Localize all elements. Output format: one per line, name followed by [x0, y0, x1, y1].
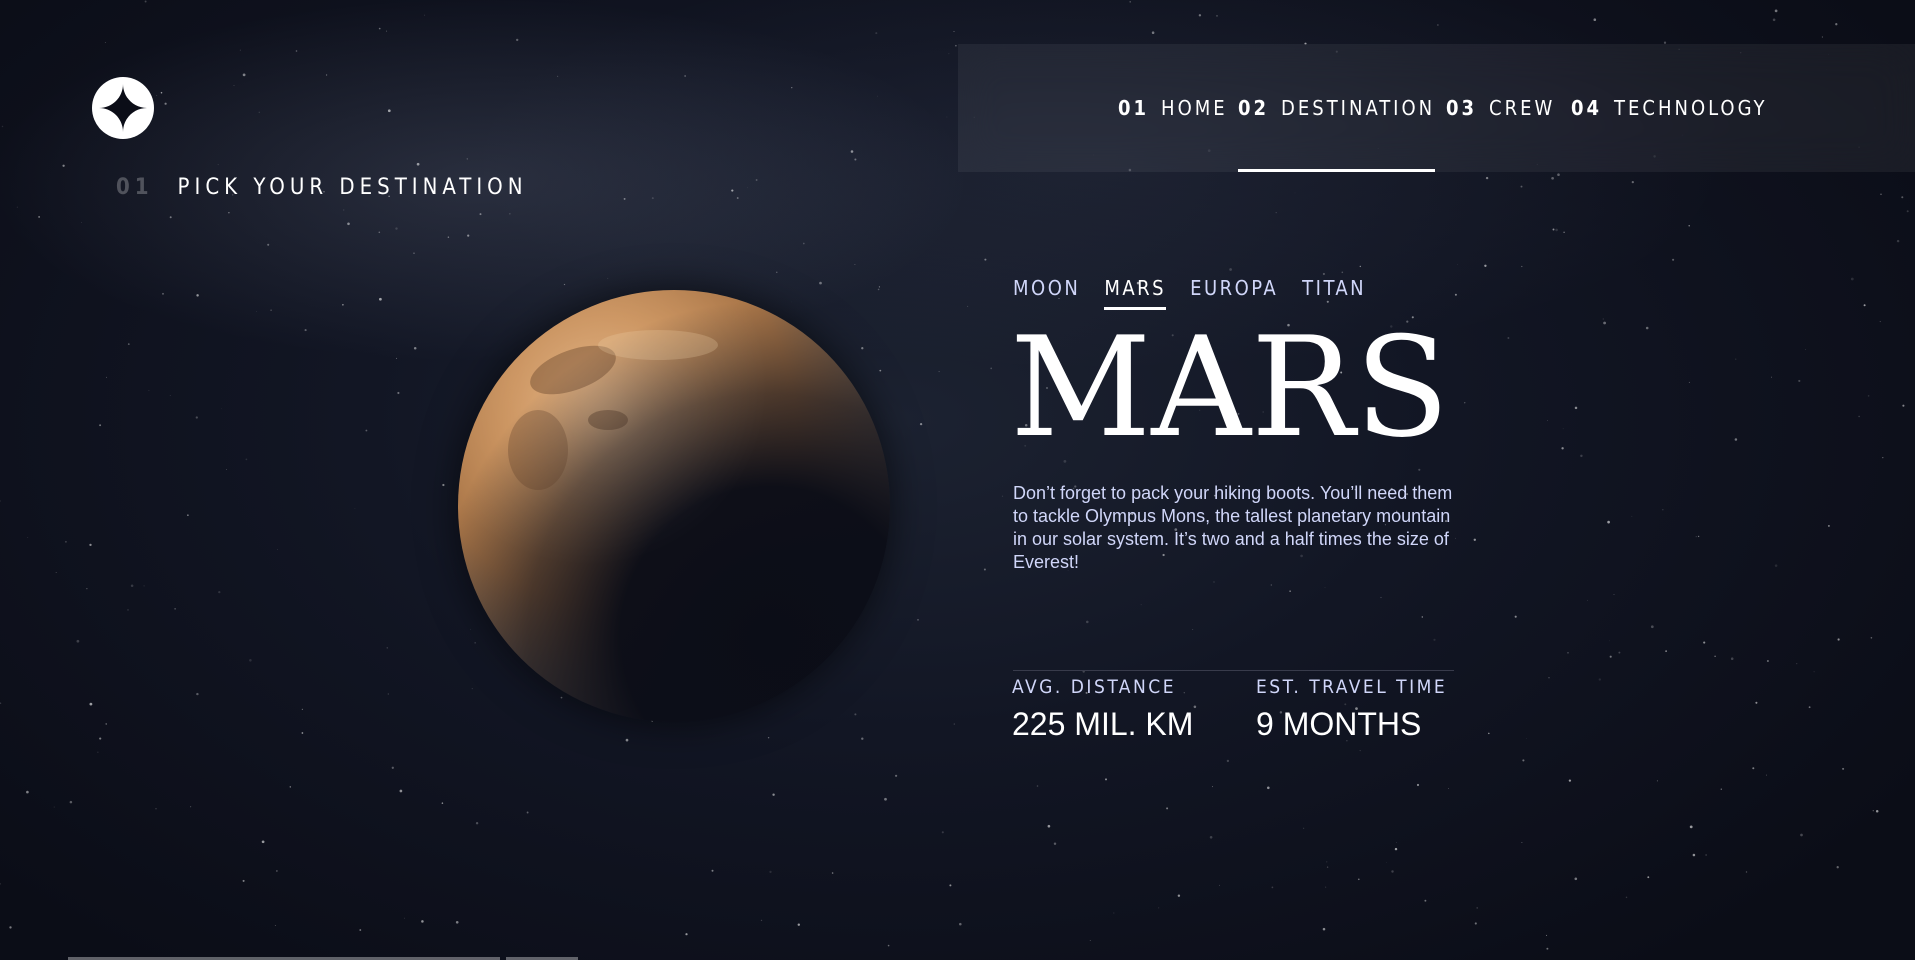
nav-item-number: 04: [1571, 96, 1603, 120]
nav-item-technology[interactable]: 04 TECHNOLOGY: [1571, 44, 1768, 172]
nav-item-label: HOME: [1161, 96, 1228, 120]
nav-item-number: 01: [1118, 96, 1150, 120]
stat-travel-time: EST. TRAVEL TIME 9 MONTHS: [1256, 673, 1447, 745]
nav-item-label: CREW: [1489, 96, 1556, 120]
tab-moon[interactable]: MOON: [1013, 274, 1080, 306]
stat-value: 225 MIL. KM: [1012, 706, 1194, 742]
nav-item-destination[interactable]: 02 DESTINATION: [1238, 44, 1436, 172]
nav-item-home[interactable]: 01 HOME: [1118, 44, 1228, 172]
destination-description: Don’t forget to pack your hiking boots. …: [1013, 483, 1453, 572]
tab-europa[interactable]: EUROPA: [1190, 274, 1278, 306]
destination-title: MARS: [1010, 307, 1450, 468]
stat-label: AVG. DISTANCE: [1012, 676, 1176, 698]
planet-image: [458, 290, 890, 722]
main-nav: 01 HOME 02 DESTINATION 03 CREW 04 TECHNO…: [958, 44, 1915, 172]
nav-item-label: TECHNOLOGY: [1614, 96, 1768, 120]
tab-titan[interactable]: TITAN: [1302, 274, 1366, 306]
page-heading-number: 01: [116, 175, 154, 200]
nav-item-label: DESTINATION: [1281, 96, 1436, 120]
stats-divider: [1013, 670, 1454, 671]
tab-mars[interactable]: MARS: [1104, 274, 1166, 310]
destination-tabs: MOON MARS EUROPA TITAN: [1013, 274, 1390, 310]
page-heading: 01 PICK YOUR DESTINATION: [116, 175, 528, 200]
nav-item-number: 02: [1238, 96, 1270, 120]
nav-item-crew[interactable]: 03 CREW: [1446, 44, 1555, 172]
stat-label: EST. TRAVEL TIME: [1256, 676, 1448, 698]
star-logo-icon: [99, 84, 147, 132]
nav-item-number: 03: [1446, 96, 1478, 120]
page-heading-label: PICK YOUR DESTINATION: [177, 175, 528, 200]
stat-distance: AVG. DISTANCE 225 MIL. KM: [1012, 673, 1193, 745]
stat-value: 9 MONTHS: [1256, 706, 1422, 742]
logo-button[interactable]: [92, 77, 154, 139]
